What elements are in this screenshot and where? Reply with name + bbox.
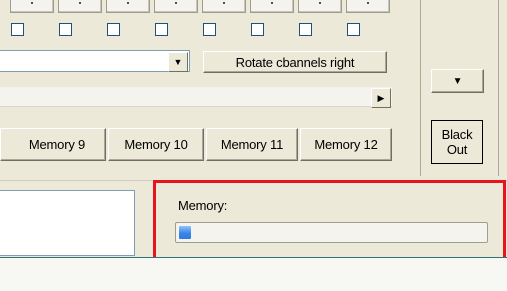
channel-checkbox[interactable] — [203, 23, 216, 36]
horizontal-scrollbar[interactable]: ▶ — [0, 87, 392, 108]
channel-checkbox[interactable] — [107, 23, 120, 36]
rotate-channels-right-button[interactable]: Rotate cbannels right — [203, 51, 387, 73]
panel-divider — [498, 0, 499, 180]
channel-checkbox[interactable] — [155, 23, 168, 36]
black-out-label-line2: Out — [446, 142, 468, 157]
memory-10-button[interactable]: Memory 10 — [108, 128, 204, 161]
channel-checkbox[interactable] — [347, 23, 360, 36]
memory-12-button[interactable]: Memory 12 — [300, 128, 392, 161]
channel-select[interactable]: ▼ — [0, 50, 190, 72]
black-out-label-line1: Black — [441, 127, 473, 142]
channel-checkbox-row — [0, 0, 400, 45]
channel-checkbox[interactable] — [299, 23, 312, 36]
chevron-down-icon[interactable]: ▼ — [168, 52, 188, 72]
channel-checkbox[interactable] — [59, 23, 72, 36]
black-out-button[interactable]: Black Out — [431, 120, 483, 164]
channel-checkbox[interactable] — [11, 23, 24, 36]
notes-textbox[interactable] — [0, 190, 135, 256]
memory-9-button[interactable]: Memory 9 — [0, 128, 106, 161]
right-dropdown-button[interactable]: ▼ — [431, 69, 484, 93]
taskbar — [0, 258, 507, 291]
memory-11-button[interactable]: Memory 11 — [206, 128, 298, 161]
channel-checkbox[interactable] — [251, 23, 264, 36]
chevron-right-icon[interactable]: ▶ — [371, 88, 391, 108]
chevron-down-icon: ▼ — [452, 75, 463, 87]
